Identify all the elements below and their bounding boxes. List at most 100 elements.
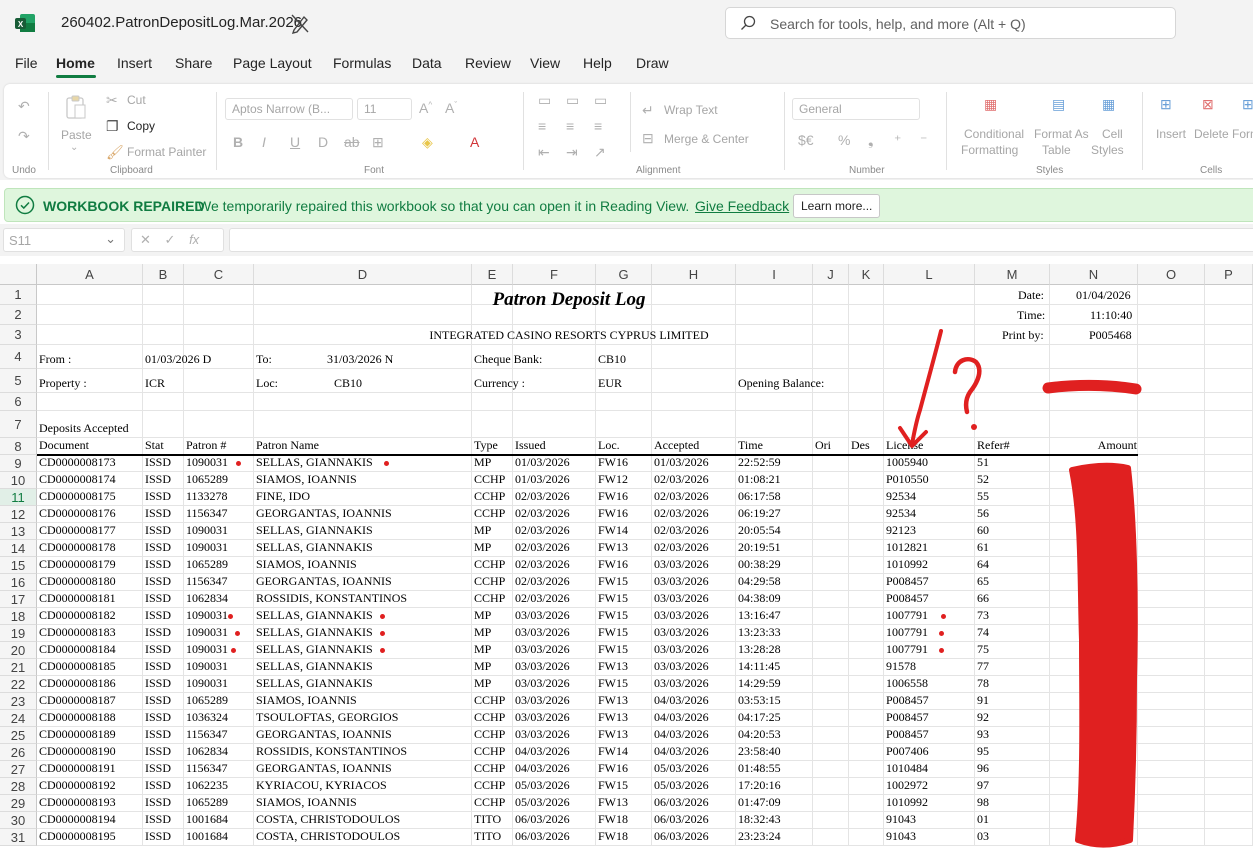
table-cell[interactable]: ISSD	[145, 625, 171, 640]
table-cell[interactable]: ISSD	[145, 540, 171, 555]
row-header-14[interactable]: 14	[0, 540, 37, 557]
table-cell[interactable]: 22:52:59	[738, 455, 781, 470]
table-cell[interactable]: 1001684	[186, 829, 228, 844]
table-header-8[interactable]: Time	[738, 438, 763, 453]
menu-review[interactable]: Review	[465, 55, 511, 71]
table-cell[interactable]: CCHP	[474, 489, 505, 504]
table-cell[interactable]: 98	[977, 795, 989, 810]
table-cell[interactable]: 92534	[886, 506, 916, 521]
table-cell[interactable]: 1006558	[886, 676, 928, 691]
table-cell[interactable]: CCHP	[474, 693, 505, 708]
menu-home[interactable]: Home	[56, 55, 95, 71]
align-top-icon[interactable]: ▭	[538, 92, 551, 109]
insert-cells-icon[interactable]: ⊞	[1160, 96, 1172, 113]
menu-formulas[interactable]: Formulas	[333, 55, 391, 71]
conditional-formatting-icon[interactable]: ▦	[984, 96, 997, 113]
table-cell[interactable]: 1005940	[886, 455, 928, 470]
table-cell[interactable]: CCHP	[474, 557, 505, 572]
table-cell[interactable]: CD0000008187	[39, 693, 116, 708]
table-cell[interactable]: ISSD	[145, 829, 171, 844]
table-cell[interactable]: 92534	[886, 489, 916, 504]
underline-icon[interactable]: U	[290, 134, 300, 150]
table-cell[interactable]: 1010992	[886, 557, 928, 572]
table-cell[interactable]: ROSSIDIS, KONSTANTINOS	[256, 744, 407, 759]
give-feedback-link[interactable]: Give Feedback	[695, 198, 789, 214]
table-cell[interactable]: CD0000008179	[39, 557, 116, 572]
column-header-n[interactable]: N	[1050, 264, 1138, 285]
cell-label[interactable]: Cell	[1102, 127, 1123, 141]
table-cell[interactable]: 75	[977, 642, 989, 657]
table-cell[interactable]: FW15	[598, 591, 628, 606]
table-cell[interactable]: P008457	[886, 727, 929, 742]
table-cell[interactable]: ISSD	[145, 795, 171, 810]
table-cell[interactable]: 03/03/2026	[515, 676, 570, 691]
table-cell[interactable]: 13:23:33	[738, 625, 781, 640]
table-cell[interactable]: 1090031	[186, 676, 228, 691]
table-cell[interactable]: 51	[977, 455, 989, 470]
table-cell[interactable]: 05/03/2026	[654, 761, 709, 776]
table-cell[interactable]: 74	[977, 625, 989, 640]
delete-cells-icon[interactable]: ⊠	[1202, 96, 1214, 113]
table-cell[interactable]: 04:17:25	[738, 710, 781, 725]
table-cell[interactable]: SELLAS, GIANNAKIS	[256, 642, 373, 657]
table-cell[interactable]: 91043	[886, 829, 916, 844]
table-header-5[interactable]: Issued	[515, 438, 546, 453]
table-cell[interactable]: 1065289	[186, 795, 228, 810]
table-cell[interactable]: FW15	[598, 574, 628, 589]
table-cell[interactable]: P010550	[886, 472, 929, 487]
row-header-31[interactable]: 31	[0, 829, 37, 846]
table-cell[interactable]: ISSD	[145, 608, 171, 623]
row-header-22[interactable]: 22	[0, 676, 37, 693]
table-cell[interactable]: 06/03/2026	[515, 829, 570, 844]
row-header-15[interactable]: 15	[0, 557, 37, 574]
confirm-icon[interactable]: ✓	[165, 232, 176, 247]
report-title[interactable]: Patron Deposit Log	[254, 290, 884, 309]
paste-label[interactable]: Paste	[61, 128, 92, 142]
table-cell[interactable]: 02/03/2026	[515, 523, 570, 538]
table-cell[interactable]: SELLAS, GIANNAKIS	[256, 608, 373, 623]
row-header-30[interactable]: 30	[0, 812, 37, 829]
delete-cells-label[interactable]: Delete	[1194, 127, 1229, 141]
row-header-3[interactable]: 3	[0, 325, 37, 345]
table-cell[interactable]: ISSD	[145, 642, 171, 657]
row-header-25[interactable]: 25	[0, 727, 37, 744]
table-cell[interactable]: CD0000008195	[39, 829, 116, 844]
table-cell[interactable]: CD0000008175	[39, 489, 116, 504]
table-cell[interactable]: 04/03/2026	[654, 727, 709, 742]
font-color-icon[interactable]: A	[470, 134, 479, 150]
table-header-1[interactable]: Stat	[145, 438, 164, 453]
table-header-3[interactable]: Patron Name	[256, 438, 319, 453]
table-cell[interactable]: 03/03/2026	[654, 642, 709, 657]
table-cell[interactable]: 13:16:47	[738, 608, 781, 623]
table-cell[interactable]: 66	[977, 591, 989, 606]
table-cell[interactable]: 06/03/2026	[654, 795, 709, 810]
table-cell[interactable]: 1062235	[186, 778, 228, 793]
table-cell[interactable]: CCHP	[474, 506, 505, 521]
property-value[interactable]: ICR	[145, 376, 165, 391]
table-cell[interactable]: 03/03/2026	[515, 710, 570, 725]
to-value[interactable]: 31/03/2026 N	[327, 352, 393, 367]
menu-draw[interactable]: Draw	[636, 55, 669, 71]
table-cell[interactable]: CD0000008177	[39, 523, 116, 538]
row-header-11[interactable]: 11	[0, 489, 37, 506]
table-cell[interactable]: CD0000008193	[39, 795, 116, 810]
table-cell[interactable]: GEORGANTAS, IOANNIS	[256, 761, 392, 776]
format-cells-icon[interactable]: ⊞	[1242, 96, 1253, 113]
fx-icon[interactable]: fx	[189, 232, 199, 247]
font-size-select[interactable]: 11	[357, 98, 412, 120]
table-cell[interactable]: 13:28:28	[738, 642, 781, 657]
table-cell[interactable]: MP	[474, 659, 491, 674]
table-cell[interactable]: CCHP	[474, 472, 505, 487]
table-cell[interactable]: 03/03/2026	[654, 557, 709, 572]
row-header-9[interactable]: 9	[0, 455, 37, 472]
column-header-e[interactable]: E	[472, 264, 513, 285]
double-underline-icon[interactable]: D	[318, 134, 328, 150]
table-cell[interactable]: CCHP	[474, 727, 505, 742]
borders-icon[interactable]: ⊞	[372, 134, 384, 151]
table-cell[interactable]: CD0000008173	[39, 455, 116, 470]
table-cell[interactable]: 1010992	[886, 795, 928, 810]
table-cell[interactable]: TITO	[474, 812, 501, 827]
table-cell[interactable]: CCHP	[474, 710, 505, 725]
table-cell[interactable]: CD0000008181	[39, 591, 116, 606]
table-cell[interactable]: FW15	[598, 608, 628, 623]
